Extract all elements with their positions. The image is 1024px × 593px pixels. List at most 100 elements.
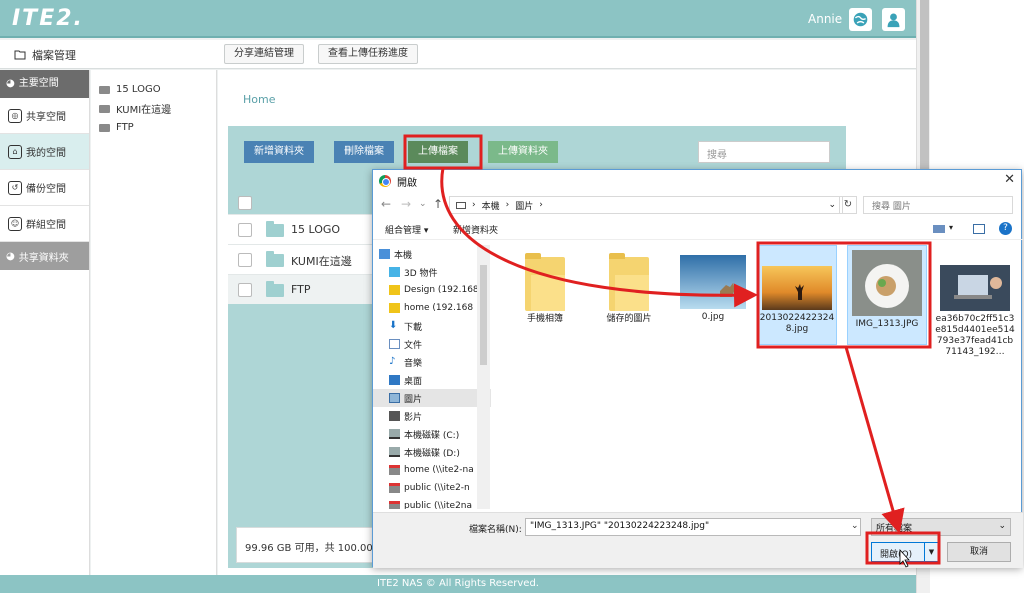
new-folder-button[interactable]: 新增資料夾 (453, 223, 498, 236)
search-input[interactable]: 搜尋 (698, 141, 830, 163)
file-tile[interactable]: 儲存的圖片 (589, 247, 669, 325)
help-icon[interactable]: ? (999, 222, 1012, 235)
breadcrumb[interactable]: Home (243, 93, 275, 106)
file-type-select[interactable]: 所有檔案 ⌄ (871, 518, 1011, 536)
upload-folder-button[interactable]: 上傳資料夾 (488, 141, 558, 163)
footer: ITE2 NAS © All Rights Reserved. (0, 575, 916, 593)
up-arrow-icon[interactable]: ↑ (433, 197, 443, 211)
close-icon[interactable]: ✕ (1004, 172, 1015, 187)
sidebar-item-group-space[interactable]: ☺ 群組空間 (0, 206, 89, 242)
chevron-down-icon[interactable]: ▾ (949, 223, 953, 232)
forward-arrow-icon[interactable]: → (401, 197, 411, 211)
refresh-icon[interactable]: ↻ (839, 196, 857, 214)
nav-item-downloads[interactable]: ⬇ 下載 (373, 317, 491, 335)
drive-icon (389, 447, 400, 457)
nav-item-music[interactable]: ♪ 音樂 (373, 353, 491, 371)
nav-item-desktop[interactable]: 桌面 (373, 371, 491, 389)
file-manager-title: 檔案管理 (14, 47, 76, 63)
chevron-right-icon: › (505, 200, 510, 210)
open-file-dialog: 開啟 ✕ ← → ⌄ ↑ › 本機 › 圖片 › ⌄ ↻ 搜尋 圖片 組合管理 … (372, 169, 1023, 568)
row-checkbox[interactable] (238, 283, 252, 297)
backup-icon: ↺ (8, 180, 22, 195)
nav-item-pictures[interactable]: 圖片 (373, 389, 491, 407)
organize-button[interactable]: 組合管理 ▾ (385, 223, 428, 236)
username[interactable]: Annie (808, 12, 842, 26)
nav-item-documents[interactable]: 文件 (373, 335, 491, 353)
cube-icon (389, 267, 400, 277)
folder-tree: 15 LOGO KUMI在這邊 FTP (91, 70, 217, 575)
dropdown-arrow-icon[interactable]: ▼ (924, 543, 938, 561)
preview-pane-icon[interactable] (973, 224, 985, 234)
file-name[interactable]: 15 LOGO (291, 223, 340, 236)
nav-item-public-share[interactable]: public (\\ite2-n (373, 479, 491, 497)
view-options-icon[interactable] (933, 225, 945, 233)
chevron-down-icon[interactable]: ⌄ (851, 521, 859, 531)
globe-icon[interactable] (849, 8, 872, 31)
nav-item-design[interactable]: Design (192.168 (373, 281, 491, 299)
nav-item-this-pc[interactable]: 本機 (373, 245, 491, 263)
share-link-button[interactable]: 分享連結管理 (224, 44, 304, 64)
nav-scrollbar[interactable] (477, 245, 490, 509)
file-manager-label: 檔案管理 (32, 49, 76, 62)
search-input[interactable]: 搜尋 圖片 (863, 196, 1013, 214)
desktop-icon (389, 375, 400, 385)
tree-item[interactable]: KUMI在這邊 (91, 99, 216, 118)
folder-icon (266, 251, 284, 267)
file-tile[interactable]: ea36b70c2ff51c3e815d4401ee514793e37fead4… (935, 247, 1015, 358)
open-folder-icon (14, 50, 26, 60)
sidebar-main-space[interactable]: ◕ 主要空間 (0, 70, 89, 98)
logo: ITE2. (12, 6, 84, 31)
user-icon[interactable] (882, 8, 905, 31)
sidebar-item-backup-space[interactable]: ↺ 備份空間 (0, 170, 89, 206)
sidebar: ◕ 主要空間 ◎ 共享空間 ⌂ 我的空間 ↺ 備份空間 ☺ 群組空間 ◕ 共享資… (0, 70, 90, 575)
nav-item-drive-d[interactable]: 本機磁碟 (D:) (373, 443, 491, 461)
back-arrow-icon[interactable]: ← (381, 197, 391, 211)
pictures-icon (389, 393, 400, 403)
path-segment[interactable]: 圖片 (515, 199, 533, 212)
pie-icon: ◕ (6, 250, 15, 262)
address-bar-row: ← → ⌄ ↑ › 本機 › 圖片 › ⌄ ↻ 搜尋 圖片 (373, 194, 1023, 216)
sidebar-item-my-space[interactable]: ⌂ 我的空間 (0, 134, 89, 170)
chevron-down-icon[interactable]: ⌄ (419, 199, 427, 209)
group-icon: ☺ (8, 216, 22, 231)
new-folder-button[interactable]: 新增資料夾 (244, 141, 314, 163)
filename-input[interactable]: "IMG_1313.JPG" "20130224223248.jpg" (525, 518, 861, 536)
row-checkbox[interactable] (238, 223, 252, 237)
file-tile[interactable]: 0.jpg (673, 247, 753, 323)
cancel-button[interactable]: 取消 (947, 542, 1011, 562)
chevron-down-icon[interactable]: ⌄ (828, 200, 836, 210)
nav-item-home-network[interactable]: home (192.168 (373, 299, 491, 317)
chevron-right-icon: › (472, 200, 476, 210)
file-tile-selected[interactable]: 20130224223248.jpg (757, 245, 837, 345)
nav-item-home-share[interactable]: home (\\ite2-na (373, 461, 491, 479)
row-checkbox[interactable] (238, 253, 252, 267)
scrollbar-thumb[interactable] (480, 265, 487, 365)
path-segment[interactable]: 本機 (482, 199, 500, 212)
upload-file-button[interactable]: 上傳檔案 (408, 141, 468, 163)
sidebar-item-shared-space[interactable]: ◎ 共享空間 (0, 98, 89, 134)
nav-item-public-share-2[interactable]: public (\\ite2na (373, 497, 491, 509)
nav-item-drive-c[interactable]: 本機磁碟 (C:) (373, 425, 491, 443)
monitor-icon (379, 249, 390, 259)
dialog-title: 開啟 (397, 177, 417, 189)
tree-item[interactable]: FTP (91, 118, 216, 137)
delete-file-button[interactable]: 刪除檔案 (334, 141, 394, 163)
nav-item-videos[interactable]: 影片 (373, 407, 491, 425)
folder-icon (99, 85, 110, 94)
address-box[interactable]: › 本機 › 圖片 › ⌄ (449, 196, 843, 214)
chevron-right-icon: › (539, 200, 543, 210)
select-all-checkbox[interactable] (238, 196, 252, 210)
chrome-icon (379, 175, 391, 187)
file-name[interactable]: KUMI在這邊 (291, 253, 352, 269)
file-name[interactable]: FTP (291, 283, 311, 296)
open-button[interactable]: 開啟(O) ▼ (871, 542, 939, 562)
tree-item[interactable]: 15 LOGO (91, 80, 216, 99)
file-tile-selected[interactable]: IMG_1313.JPG (847, 245, 927, 345)
sidebar-shared-folder[interactable]: ◕ 共享資料夾 (0, 242, 89, 270)
nav-item-3d-objects[interactable]: 3D 物件 (373, 263, 491, 281)
upload-progress-button[interactable]: 查看上傳任務進度 (318, 44, 418, 64)
network-drive-icon (389, 303, 400, 313)
navigation-pane: 本機 3D 物件 Design (192.168 home (192.168 ⬇… (373, 245, 491, 509)
file-tile[interactable]: 手機相簿 (505, 247, 585, 325)
toolbar: 檔案管理 分享連結管理 查看上傳任務進度 (0, 40, 916, 69)
